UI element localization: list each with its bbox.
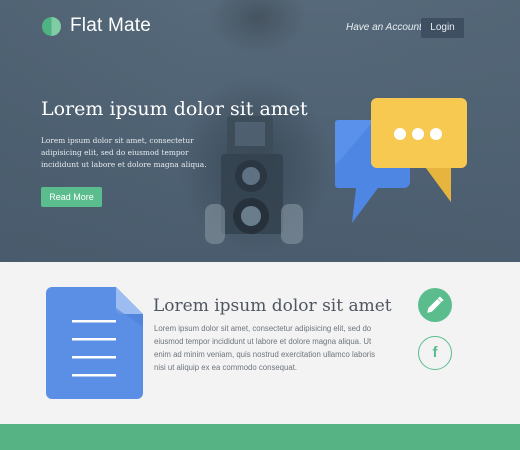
login-button[interactable]: Login: [421, 18, 464, 38]
facebook-icon: f: [432, 344, 438, 361]
hero-title: Lorem ipsum dolor sit amet: [41, 98, 308, 120]
pencil-icon: [427, 296, 444, 313]
account-prompt: Have an Account ?: [346, 22, 431, 33]
brand-name[interactable]: Flat Mate: [70, 15, 151, 37]
document-icon: [46, 287, 143, 399]
read-more-button[interactable]: Read More: [41, 187, 102, 207]
feature-title: Lorem ipsum dolor sit amet: [153, 296, 392, 316]
facebook-button[interactable]: f: [418, 336, 452, 370]
hero-section: Flat Mate Have an Account ? Login Lorem …: [0, 0, 520, 262]
hero-shade-left: [0, 0, 190, 262]
logo-dot-icon: [42, 17, 61, 36]
pencil-button[interactable]: [418, 288, 452, 322]
feature-text: Lorem ipsum dolor sit amet, consectetur …: [154, 324, 376, 372]
footer-bar: [0, 424, 520, 450]
chat-bubbles-icon: [335, 98, 467, 223]
hero-text: Lorem ipsum dolor sit amet, consectetur …: [41, 136, 207, 169]
